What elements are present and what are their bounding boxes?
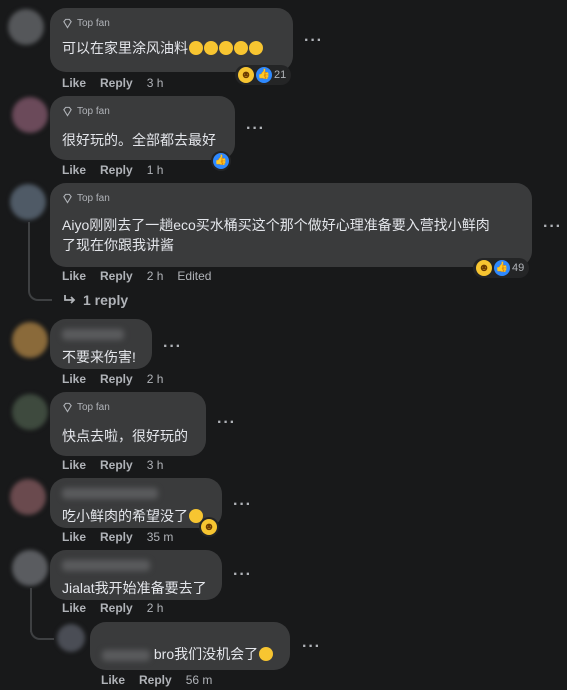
reply-button[interactable]: Reply	[100, 269, 133, 283]
timestamp[interactable]: 2 h	[147, 601, 164, 615]
top-fan-badge: Top fan	[62, 16, 281, 30]
timestamp[interactable]: 1 h	[147, 163, 164, 177]
name-redacted	[62, 558, 210, 572]
like-button[interactable]: Like	[62, 269, 86, 283]
reply-button[interactable]: Reply	[100, 530, 133, 544]
avatar[interactable]	[10, 479, 46, 515]
comment-text: 不要来伤害!	[62, 349, 136, 365]
reaction-count: 49	[512, 262, 525, 274]
emoji-laugh-icon	[189, 41, 203, 55]
view-replies-link[interactable]: 1 reply	[63, 292, 128, 308]
diamond-icon	[63, 193, 72, 204]
like-reaction-icon: 👍	[494, 260, 510, 276]
reply-button[interactable]: Reply	[100, 372, 133, 386]
more-dots-icon[interactable]: ···	[217, 415, 236, 431]
reply-arrow-icon	[64, 295, 76, 304]
avatar[interactable]	[57, 624, 85, 652]
emoji-laugh-icon	[219, 41, 233, 55]
comment-bubble: 不要来伤害!	[50, 319, 152, 369]
like-button[interactable]: Like	[62, 163, 86, 177]
top-fan-label: Top fan	[77, 401, 110, 413]
comment-bubble: Top fan Aiyo刚刚去了一趟eco买水桶买这个那个做好心理准备要入营找小…	[50, 183, 532, 267]
reaction-summary[interactable]: ☻	[200, 518, 218, 536]
thread-line	[28, 222, 30, 288]
comment-text: Aiyo刚刚去了一趟eco买水桶买这个那个做好心理准备要入营找小鲜肉 了现在你跟…	[62, 217, 490, 253]
name-redacted	[62, 327, 140, 341]
name-redacted	[62, 486, 210, 500]
comment-text: Jialat我开始准备要去了	[62, 580, 207, 596]
diamond-icon	[63, 106, 72, 117]
timestamp[interactable]: 3 h	[147, 76, 164, 90]
reply-button[interactable]: Reply	[100, 76, 133, 90]
like-reaction-icon: 👍	[213, 153, 229, 169]
diamond-icon	[63, 18, 72, 29]
reaction-summary[interactable]: ☻ 👍 21	[236, 66, 291, 84]
like-button[interactable]: Like	[62, 530, 86, 544]
more-dots-icon[interactable]: ···	[233, 497, 252, 513]
reply-bubble: bro我们没机会了	[90, 622, 290, 670]
timestamp[interactable]: 2 h	[147, 269, 164, 283]
like-button[interactable]: Like	[62, 458, 86, 472]
like-button[interactable]: Like	[62, 76, 86, 90]
comment-text: 可以在家里涂风油料	[62, 38, 281, 58]
reply-button[interactable]: Reply	[139, 673, 172, 687]
like-button[interactable]: Like	[101, 673, 125, 687]
comment-bubble: 吃小鲜肉的希望没了	[50, 478, 222, 528]
reply-button[interactable]: Reply	[100, 458, 133, 472]
emoji-laugh-icon	[234, 41, 248, 55]
reaction-count: 21	[274, 69, 287, 81]
top-fan-badge: Top fan	[62, 191, 520, 205]
more-dots-icon[interactable]: ···	[163, 339, 182, 355]
top-fan-label: Top fan	[77, 105, 110, 117]
avatar[interactable]	[12, 322, 48, 358]
thread-connector	[30, 626, 54, 640]
comment-bubble: Jialat我开始准备要去了	[50, 550, 222, 600]
avatar[interactable]	[12, 550, 48, 586]
emoji-laugh-icon	[204, 41, 218, 55]
comment-text: 很好玩的。全部都去最好	[62, 132, 216, 148]
haha-reaction-icon: ☻	[201, 519, 217, 535]
more-dots-icon[interactable]: ···	[543, 219, 562, 235]
top-fan-label: Top fan	[77, 192, 110, 204]
reply-button[interactable]: Reply	[100, 601, 133, 615]
more-dots-icon[interactable]: ···	[304, 33, 323, 49]
reaction-summary[interactable]: ☻ 👍 49	[474, 259, 529, 277]
emoji-laugh-icon	[249, 41, 263, 55]
comment-text: 吃小鲜肉的希望没了	[62, 506, 210, 526]
like-button[interactable]: Like	[62, 601, 86, 615]
top-fan-badge: Top fan	[62, 104, 223, 118]
comment-text: 快点去啦，很好玩的	[62, 428, 188, 444]
emoji-crying-icon	[259, 647, 274, 661]
comment-bubble: Top fan 很好玩的。全部都去最好	[50, 96, 235, 160]
haha-reaction-icon: ☻	[238, 67, 254, 83]
avatar[interactable]	[10, 184, 46, 220]
avatar[interactable]	[8, 9, 44, 45]
more-dots-icon[interactable]: ···	[246, 121, 265, 137]
top-fan-badge: Top fan	[62, 400, 194, 414]
haha-reaction-icon: ☻	[476, 260, 492, 276]
more-dots-icon[interactable]: ···	[233, 567, 252, 583]
reaction-summary[interactable]: 👍	[212, 152, 230, 170]
like-reaction-icon: 👍	[256, 67, 272, 83]
timestamp[interactable]: 56 m	[186, 673, 213, 687]
comment-text: bro我们没机会了	[102, 644, 278, 664]
timestamp[interactable]: 35 m	[147, 530, 174, 544]
thread-connector	[28, 285, 52, 301]
edited-label[interactable]: Edited	[177, 269, 211, 283]
timestamp[interactable]: 3 h	[147, 458, 164, 472]
comment-bubble: Top fan 快点去啦，很好玩的	[50, 392, 206, 456]
avatar[interactable]	[12, 394, 48, 430]
timestamp[interactable]: 2 h	[147, 372, 164, 386]
reply-button[interactable]: Reply	[100, 163, 133, 177]
like-button[interactable]: Like	[62, 372, 86, 386]
diamond-icon	[63, 402, 72, 413]
avatar[interactable]	[12, 97, 48, 133]
more-dots-icon[interactable]: ···	[302, 639, 321, 655]
top-fan-label: Top fan	[77, 17, 110, 29]
comment-bubble: Top fan 可以在家里涂风油料	[50, 8, 293, 72]
